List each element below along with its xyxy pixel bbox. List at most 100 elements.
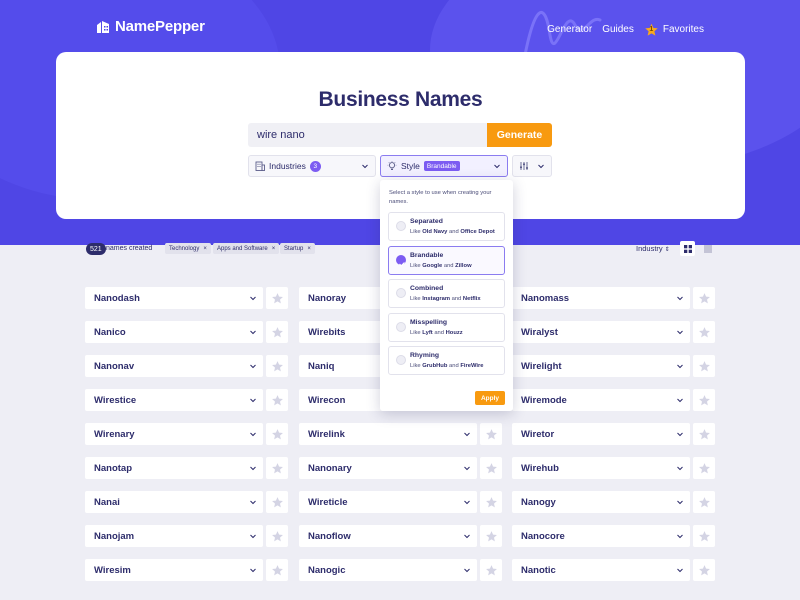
favorite-button[interactable] xyxy=(266,525,288,547)
name-card[interactable]: Wiremode xyxy=(512,389,690,411)
style-option-brandable[interactable]: Brandable Like Google and Zillow xyxy=(388,246,505,275)
favorite-button[interactable] xyxy=(266,559,288,581)
page-title: Business Names xyxy=(318,88,483,111)
radio-button[interactable] xyxy=(396,288,406,298)
favorite-button[interactable] xyxy=(266,423,288,445)
chevron-down-icon xyxy=(250,568,256,573)
name-card[interactable]: Nanomass xyxy=(512,287,690,309)
name-card[interactable]: Nanoflow xyxy=(299,525,477,547)
name-card[interactable]: Nanotic xyxy=(512,559,690,581)
style-option-examples: Like Old Navy and Office Depot xyxy=(410,229,495,235)
name-card[interactable]: Wirenary xyxy=(85,423,263,445)
favorite-button[interactable] xyxy=(693,491,715,513)
name-card[interactable]: Wirelight xyxy=(512,355,690,377)
name-card[interactable]: Nanogic xyxy=(299,559,477,581)
name-card[interactable]: Wiretor xyxy=(512,423,690,445)
sort-dropdown[interactable]: Industry ⇕ xyxy=(636,244,670,253)
name-label: Nanico xyxy=(94,326,126,338)
favorite-button[interactable] xyxy=(480,559,502,581)
favorite-button[interactable] xyxy=(480,491,502,513)
name-card[interactable]: Wiralyst xyxy=(512,321,690,343)
name-card[interactable]: Nanico xyxy=(85,321,263,343)
favorite-button[interactable] xyxy=(266,321,288,343)
favorite-button[interactable] xyxy=(480,457,502,479)
name-card[interactable]: Nanojam xyxy=(85,525,263,547)
star-icon xyxy=(485,496,497,507)
favorite-button[interactable] xyxy=(693,321,715,343)
search-input[interactable]: wire nano xyxy=(248,123,488,147)
remove-tag-icon[interactable]: × xyxy=(272,246,276,252)
grid-view-button[interactable] xyxy=(680,241,695,256)
name-card[interactable]: Nanonav xyxy=(85,355,263,377)
style-option-misspelling[interactable]: Misspelling Like Lyft and Houzz xyxy=(388,313,505,342)
name-label: Nanai xyxy=(94,496,120,508)
star-icon xyxy=(698,428,710,439)
favorite-button[interactable] xyxy=(693,559,715,581)
name-label: Wirebits xyxy=(308,326,346,338)
generate-button[interactable]: Generate xyxy=(487,123,552,147)
radio-button[interactable] xyxy=(396,221,406,231)
name-card[interactable]: Wiresim xyxy=(85,559,263,581)
logo[interactable]: NamePepper xyxy=(96,18,205,35)
favorite-button[interactable] xyxy=(266,389,288,411)
grid-icon xyxy=(683,244,692,253)
favorite-button[interactable] xyxy=(266,287,288,309)
nav-guides[interactable]: Guides xyxy=(602,24,634,35)
star-icon xyxy=(698,326,710,337)
remove-tag-icon[interactable]: × xyxy=(203,246,207,252)
remove-tag-icon[interactable]: × xyxy=(307,246,311,252)
style-option-rhyming[interactable]: Rhyming Like GrubHub and FireWire xyxy=(388,346,505,375)
name-card[interactable]: Nanogy xyxy=(512,491,690,513)
style-option-title: Brandable xyxy=(410,252,444,259)
style-option-separated[interactable]: Separated Like Old Navy and Office Depot xyxy=(388,212,505,241)
name-label: Nanonary xyxy=(308,462,352,474)
name-card[interactable]: Nanonary xyxy=(299,457,477,479)
industries-filter[interactable]: Industries 3 xyxy=(248,155,376,177)
star-icon xyxy=(485,462,497,473)
advanced-filter[interactable] xyxy=(512,155,552,177)
style-option-title: Misspelling xyxy=(410,319,448,326)
favorite-button[interactable] xyxy=(693,525,715,547)
style-filter[interactable]: Style Brandable xyxy=(380,155,508,177)
favorite-button[interactable] xyxy=(480,423,502,445)
chevron-down-icon xyxy=(494,164,500,169)
favorite-button[interactable] xyxy=(266,491,288,513)
radio-button[interactable] xyxy=(396,255,406,267)
star-icon xyxy=(271,292,283,303)
star-icon xyxy=(485,428,497,439)
name-label: Wirestice xyxy=(94,394,137,406)
name-card[interactable]: Nanai xyxy=(85,491,263,513)
list-view-button[interactable] xyxy=(700,241,715,256)
sort-arrows-icon: ⇕ xyxy=(664,247,670,253)
style-option-combined[interactable]: Combined Like Instagram and Netflix xyxy=(388,279,505,308)
name-label: Naniq xyxy=(308,360,335,372)
favorite-button[interactable] xyxy=(480,525,502,547)
name-card[interactable]: Nanodash xyxy=(85,287,263,309)
nav-favorites[interactable]: 1 Favorites xyxy=(644,22,704,37)
name-card[interactable]: Nanotap xyxy=(85,457,263,479)
name-card[interactable]: Wirestice xyxy=(85,389,263,411)
favorite-button[interactable] xyxy=(693,389,715,411)
name-card[interactable]: Wireticle xyxy=(299,491,477,513)
favorite-button[interactable] xyxy=(266,457,288,479)
favorite-button[interactable] xyxy=(693,287,715,309)
favorite-button[interactable] xyxy=(693,355,715,377)
chevron-down-icon xyxy=(677,330,683,335)
style-option-title: Rhyming xyxy=(410,352,440,359)
nav-generator[interactable]: Generator xyxy=(547,24,592,35)
industries-count: 3 xyxy=(309,160,321,172)
radio-button[interactable] xyxy=(396,355,406,365)
apply-button[interactable]: Apply xyxy=(475,391,505,405)
star-icon xyxy=(698,394,710,405)
star-icon xyxy=(485,564,497,575)
favorite-button[interactable] xyxy=(266,355,288,377)
name-card[interactable]: Wirelink xyxy=(299,423,477,445)
name-card[interactable]: Nanocore xyxy=(512,525,690,547)
favorite-button[interactable] xyxy=(693,423,715,445)
name-label: Wireticle xyxy=(308,496,348,508)
chevron-down-icon xyxy=(250,500,256,505)
radio-button[interactable] xyxy=(396,322,406,332)
name-card[interactable]: Wirehub xyxy=(512,457,690,479)
star-icon xyxy=(271,530,283,541)
favorite-button[interactable] xyxy=(693,457,715,479)
